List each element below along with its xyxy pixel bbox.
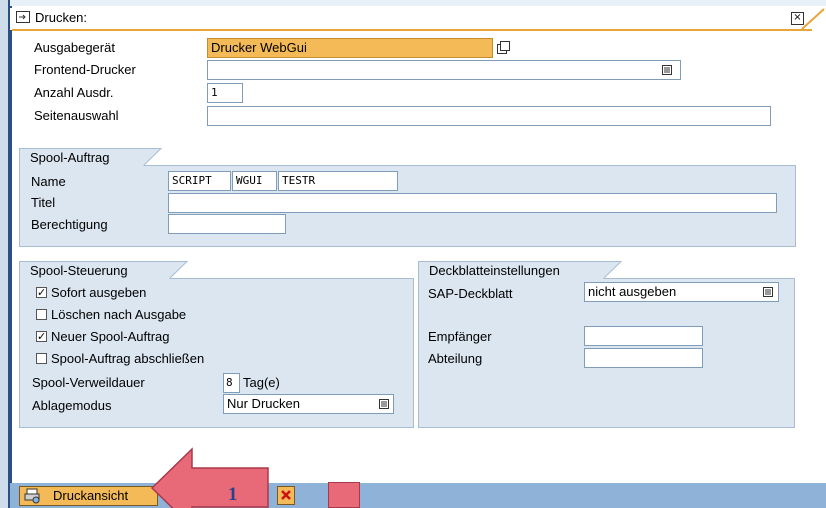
cover-settings-title: Deckblatteinstellungen — [418, 261, 603, 279]
spool-name-part2[interactable]: WGUI — [232, 171, 277, 191]
frontend-printer-input[interactable] — [207, 60, 681, 80]
output-device-label: Ausgabegerät — [34, 40, 115, 55]
new-spool-request-label: Neuer Spool-Auftrag — [51, 329, 170, 344]
immediate-output-label: Sofort ausgeben — [51, 285, 147, 300]
output-device-input[interactable]: Drucker WebGui — [207, 38, 493, 58]
copies-label: Anzahl Ausdr. — [34, 85, 114, 100]
new-spool-request-checkbox[interactable]: ✓ — [36, 331, 47, 342]
dialog-title: Drucken: — [35, 10, 88, 25]
spool-title-label: Titel — [31, 195, 56, 210]
delete-after-output-checkbox[interactable] — [36, 309, 47, 320]
spool-name-label: Name — [31, 174, 66, 189]
spool-title-input[interactable] — [168, 193, 777, 213]
spool-request-title: Spool-Auftrag — [19, 148, 143, 166]
dropdown-icon[interactable] — [762, 286, 774, 298]
print-preview-icon — [24, 488, 40, 504]
group-tab-edge — [143, 148, 163, 166]
dropdown-icon[interactable] — [378, 398, 390, 410]
immediate-output-checkbox[interactable]: ✓ — [36, 287, 47, 298]
frontend-printer-label: Frontend-Drucker — [34, 62, 136, 77]
storage-mode-label: Ablagemodus — [32, 398, 112, 413]
spool-name-part1[interactable]: SCRIPT — [168, 171, 231, 191]
dialog-titlebar — [10, 8, 826, 30]
copies-input[interactable]: 1 — [207, 83, 243, 103]
value-help-icon[interactable] — [661, 64, 673, 76]
close-spool-request-checkbox[interactable] — [36, 353, 47, 364]
sap-cover-label: SAP-Deckblatt — [428, 286, 513, 301]
page-selection-input[interactable] — [207, 106, 771, 126]
print-dialog-icon — [16, 11, 30, 23]
department-input[interactable] — [584, 348, 703, 368]
authorization-label: Berechtigung — [31, 217, 108, 232]
spool-control-title: Spool-Steuerung — [19, 261, 169, 279]
retention-label: Spool-Verweildauer — [32, 375, 145, 390]
recipient-input[interactable] — [584, 326, 703, 346]
annotation-arrow — [150, 447, 269, 508]
multi-select-icon[interactable] — [497, 41, 511, 54]
department-label: Abteilung — [428, 351, 483, 366]
close-spool-request-label: Spool-Auftrag abschließen — [51, 351, 205, 366]
print-preview-label: Druckansicht — [53, 488, 129, 503]
delete-after-output-label: Löschen nach Ausgabe — [51, 307, 187, 322]
print-dialog — [10, 6, 826, 508]
group-tab-edge — [603, 261, 623, 279]
page-selection-label: Seitenauswahl — [34, 108, 119, 123]
retention-unit: Tag(e) — [243, 375, 280, 390]
storage-mode-select[interactable]: Nur Drucken — [223, 394, 394, 414]
cancel-icon — [281, 490, 291, 500]
retention-input[interactable]: 8 — [223, 373, 240, 393]
sap-cover-select[interactable]: nicht ausgeben — [584, 282, 779, 302]
close-button[interactable]: × — [791, 12, 804, 25]
annotation-number: 1 — [228, 484, 238, 505]
authorization-input[interactable] — [168, 214, 286, 234]
recipient-label: Empfänger — [428, 329, 492, 344]
annotation-marker — [328, 482, 360, 508]
group-tab-edge — [169, 261, 189, 279]
spool-name-part3[interactable]: TESTR — [278, 171, 398, 191]
titlebar-underline — [12, 29, 812, 31]
